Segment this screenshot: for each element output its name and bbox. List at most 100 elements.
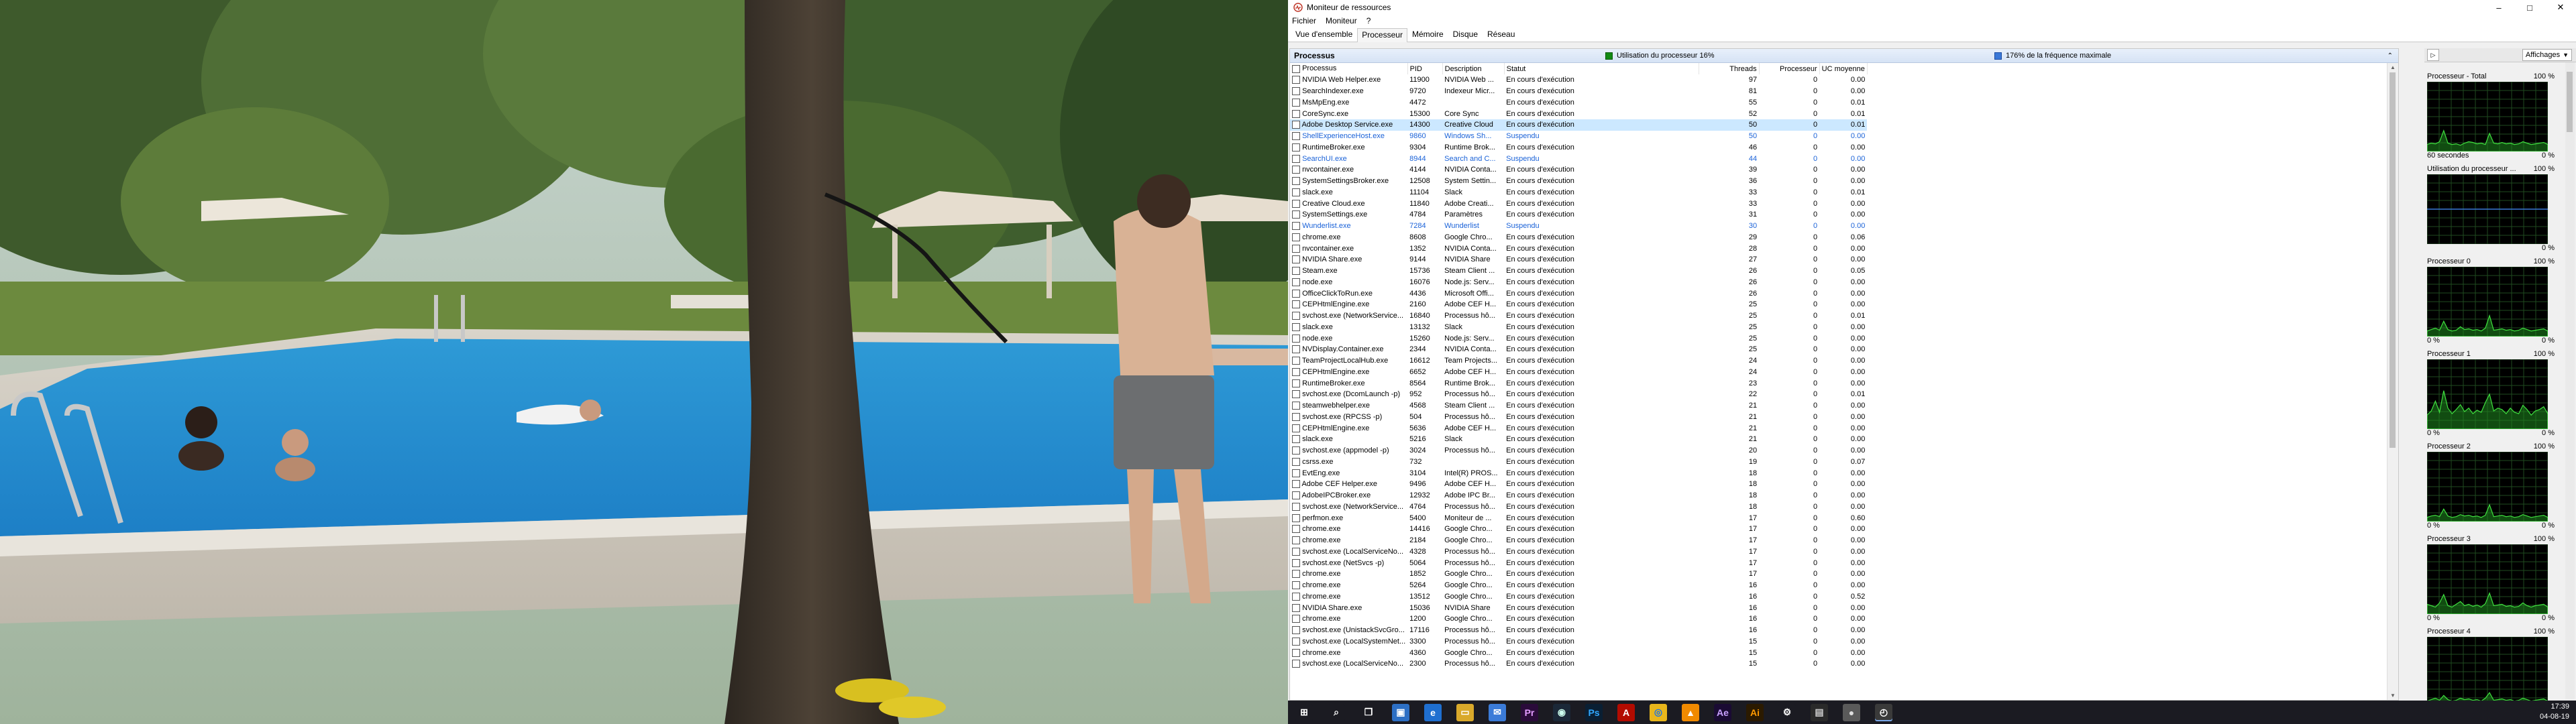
- row-checkbox[interactable]: [1292, 615, 1300, 623]
- steam-icon[interactable]: ◉: [1553, 703, 1570, 721]
- row-checkbox[interactable]: [1292, 278, 1300, 286]
- table-row[interactable]: chrome.exe 13512 Google Chro... En cours d'…: [1290, 591, 1867, 603]
- table-row[interactable]: NVIDIA Share.exe 15036 NVIDIA Share En cour…: [1290, 602, 1867, 613]
- table-row[interactable]: NVIDIA Share.exe 9144 NVIDIA Share En cours…: [1290, 254, 1867, 265]
- table-row[interactable]: nvcontainer.exe 4144 NVIDIA Conta... En cou…: [1290, 164, 1867, 176]
- graphs-scrollbar[interactable]: [2565, 62, 2575, 699]
- table-row[interactable]: svchost.exe (LocalServiceNo... 2300 Proces…: [1290, 658, 1867, 670]
- table-row[interactable]: EvtEng.exe 3104 Intel(R) PROS... En cours d…: [1290, 467, 1867, 479]
- explorer-icon[interactable]: ▭: [1456, 703, 1474, 721]
- row-checkbox[interactable]: [1292, 289, 1300, 298]
- tab-cpu[interactable]: Processeur: [1357, 28, 1407, 42]
- row-checkbox[interactable]: [1292, 300, 1300, 309]
- table-row[interactable]: svchost.exe (appmodel -p) 3024 Processus h…: [1290, 445, 1867, 457]
- row-checkbox[interactable]: [1292, 491, 1300, 500]
- row-checkbox[interactable]: [1292, 480, 1300, 489]
- row-checkbox[interactable]: [1292, 446, 1300, 455]
- row-checkbox[interactable]: [1292, 199, 1300, 208]
- column-cpu[interactable]: Processeur: [1759, 63, 1820, 74]
- table-row[interactable]: Wunderlist.exe 7284 Wunderlist Suspendu 30 0 0…: [1290, 221, 1867, 232]
- table-row[interactable]: svchost.exe (RPCSS -p) 504 Processus hô...…: [1290, 412, 1867, 423]
- table-row[interactable]: svchost.exe (LocalServiceNo... 4328 Proces…: [1290, 546, 1867, 558]
- row-checkbox[interactable]: [1292, 412, 1300, 421]
- mail-icon[interactable]: ✉: [1489, 703, 1506, 721]
- table-row[interactable]: ShellExperienceHost.exe 9860 Windows Sh...…: [1290, 131, 1867, 142]
- table-row[interactable]: OfficeClickToRun.exe 4436 Microsoft Offi..…: [1290, 288, 1867, 299]
- table-row[interactable]: Creative Cloud.exe 11840 Adobe Creati... En…: [1290, 198, 1867, 209]
- row-checkbox[interactable]: [1292, 570, 1300, 579]
- table-row[interactable]: svchost.exe (NetworkService... 4764 Proces…: [1290, 501, 1867, 513]
- row-checkbox[interactable]: [1292, 457, 1300, 466]
- column-process[interactable]: Processus: [1290, 63, 1408, 74]
- row-checkbox[interactable]: [1292, 143, 1300, 152]
- row-checkbox[interactable]: [1292, 592, 1300, 601]
- row-checkbox[interactable]: [1292, 390, 1300, 399]
- table-row[interactable]: RuntimeBroker.exe 9304 Runtime Brok... En c…: [1290, 142, 1867, 154]
- acrobat-icon[interactable]: A: [1617, 703, 1635, 721]
- table-row[interactable]: slack.exe 11104 Slack En cours d'exécution 3…: [1290, 187, 1867, 198]
- table-row[interactable]: chrome.exe 4360 Google Chro... En cours d'e…: [1290, 647, 1867, 658]
- row-checkbox[interactable]: [1292, 547, 1300, 556]
- process-scrollbar-thumb[interactable]: [2390, 72, 2396, 448]
- table-row[interactable]: svchost.exe (NetworkService... 16840 Proce…: [1290, 310, 1867, 322]
- minimize-button[interactable]: –: [2483, 0, 2514, 15]
- table-row[interactable]: chrome.exe 2184 Google Chro... En cours d'e…: [1290, 535, 1867, 546]
- row-checkbox[interactable]: [1292, 132, 1300, 141]
- chrome-icon[interactable]: ◎: [1650, 703, 1667, 721]
- table-row[interactable]: TeamProjectLocalHub.exe 16612 Team Project…: [1290, 355, 1867, 367]
- row-checkbox[interactable]: [1292, 357, 1300, 365]
- aftereffects-icon[interactable]: Ae: [1714, 703, 1731, 721]
- table-row[interactable]: slack.exe 5216 Slack En cours d'exécution 21…: [1290, 434, 1867, 445]
- table-row[interactable]: SearchUI.exe 8944 Search and C... Suspendu 4…: [1290, 153, 1867, 164]
- table-row[interactable]: MsMpEng.exe 4472 En cours d'exécution 55 0 0.…: [1290, 97, 1867, 109]
- row-checkbox[interactable]: [1292, 603, 1300, 612]
- table-row[interactable]: Adobe CEF Helper.exe 9496 Adobe CEF H... En…: [1290, 479, 1867, 490]
- table-row[interactable]: CEPHtmlEngine.exe 2160 Adobe CEF H... En co…: [1290, 299, 1867, 310]
- tab-memory[interactable]: Mémoire: [1407, 27, 1448, 42]
- column-description[interactable]: Description: [1442, 63, 1505, 74]
- table-row[interactable]: AdobeIPCBroker.exe 12932 Adobe IPC Br... En…: [1290, 490, 1867, 501]
- row-checkbox[interactable]: [1292, 109, 1300, 118]
- terminal-icon[interactable]: ▤: [1811, 703, 1828, 721]
- row-checkbox[interactable]: [1292, 312, 1300, 320]
- menu-file[interactable]: Fichier: [1292, 16, 1316, 25]
- row-checkbox[interactable]: [1292, 322, 1300, 331]
- column-average-cpu[interactable]: UC moyenne: [1819, 63, 1868, 74]
- row-checkbox[interactable]: [1292, 367, 1300, 376]
- settings-icon[interactable]: ⚙: [1778, 703, 1796, 721]
- select-all-checkbox[interactable]: [1292, 64, 1300, 73]
- table-row[interactable]: svchost.exe (NetSvcs -p) 5064 Processus hô…: [1290, 557, 1867, 568]
- row-checkbox[interactable]: [1292, 334, 1300, 343]
- row-checkbox[interactable]: [1292, 233, 1300, 241]
- close-button[interactable]: ✕: [2545, 0, 2576, 15]
- illustrator-icon[interactable]: Ai: [1746, 703, 1764, 721]
- table-row[interactable]: node.exe 16076 Node.js: Serv... En cours d'…: [1290, 277, 1867, 288]
- title-bar[interactable]: Moniteur de ressources – □ ✕: [1288, 0, 2576, 15]
- row-checkbox[interactable]: [1292, 648, 1300, 657]
- table-row[interactable]: SystemSettingsBroker.exe 12508 System Sett…: [1290, 176, 1867, 187]
- process-section-header[interactable]: Processus Utilisation du processeur 16% …: [1290, 49, 2398, 63]
- row-checkbox[interactable]: [1292, 379, 1300, 387]
- row-checkbox[interactable]: [1292, 435, 1300, 444]
- table-row[interactable]: CoreSync.exe 15300 Core Sync En cours d'exé…: [1290, 108, 1867, 119]
- table-row[interactable]: csrss.exe 732 En cours d'exécution 19 0 0.07: [1290, 457, 1867, 468]
- row-checkbox[interactable]: [1292, 267, 1300, 276]
- row-checkbox[interactable]: [1292, 402, 1300, 410]
- table-row[interactable]: Steam.exe 15736 Steam Client ... En cours d…: [1290, 265, 1867, 277]
- row-checkbox[interactable]: [1292, 558, 1300, 567]
- table-row[interactable]: NVIDIA Web Helper.exe 11900 NVIDIA Web ...…: [1290, 74, 1867, 86]
- row-checkbox[interactable]: [1292, 345, 1300, 354]
- table-row[interactable]: RuntimeBroker.exe 8564 Runtime Brok... En c…: [1290, 377, 1867, 389]
- menu-help[interactable]: ?: [1366, 16, 1371, 25]
- row-checkbox[interactable]: [1292, 76, 1300, 84]
- maximize-button[interactable]: □: [2514, 0, 2545, 15]
- table-row[interactable]: svchost.exe (DcomLaunch -p) 952 Processus …: [1290, 389, 1867, 400]
- premiere-icon[interactable]: Pr: [1521, 703, 1538, 721]
- table-row[interactable]: SearchIndexer.exe 9720 Indexeur Micr... En …: [1290, 86, 1867, 97]
- process-scrollbar[interactable]: ▲ ▼: [2387, 63, 2398, 700]
- table-row[interactable]: CEPHtmlEngine.exe 6652 Adobe CEF H... En co…: [1290, 367, 1867, 378]
- photoshop-icon[interactable]: Ps: [1585, 703, 1603, 721]
- row-checkbox[interactable]: [1292, 210, 1300, 219]
- table-row[interactable]: perfmon.exe 5400 Moniteur de ... En cours d…: [1290, 512, 1867, 524]
- table-row[interactable]: SystemSettings.exe 4784 Paramètres En cours…: [1290, 209, 1867, 221]
